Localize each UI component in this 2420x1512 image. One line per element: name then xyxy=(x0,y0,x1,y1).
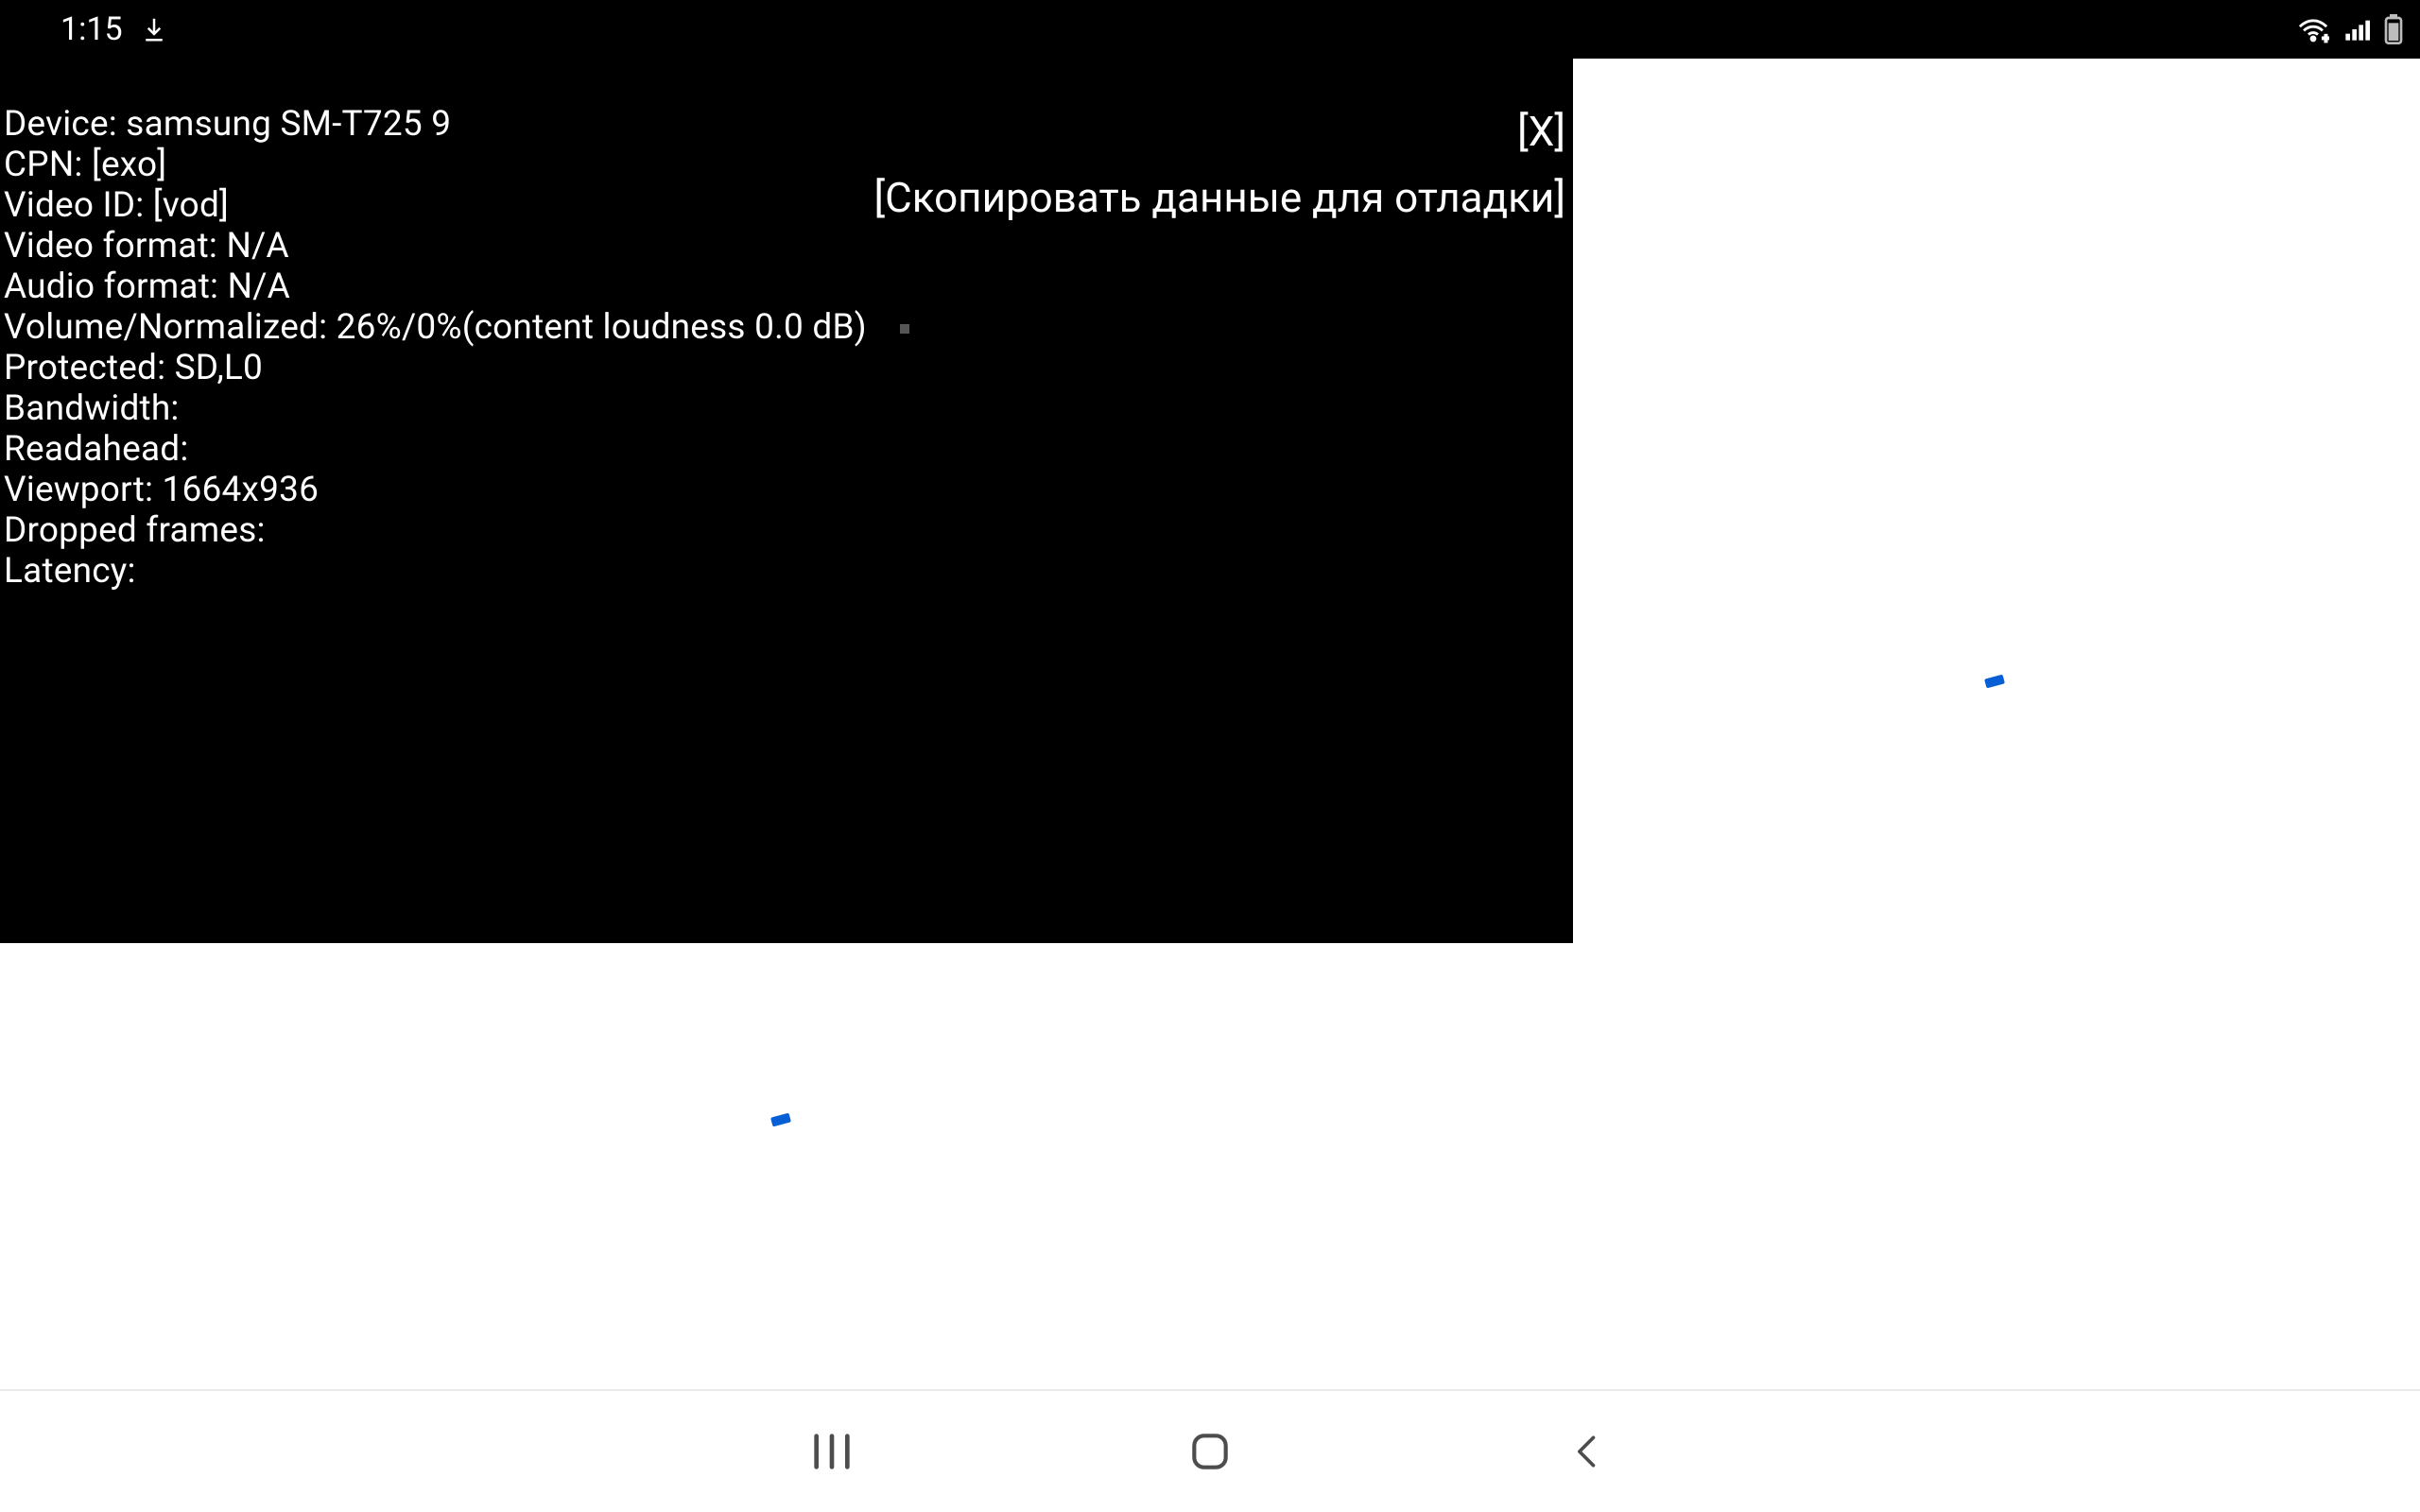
home-button[interactable] xyxy=(1172,1414,1248,1489)
download-icon xyxy=(140,15,168,43)
system-navigation-bar xyxy=(0,1389,2420,1512)
close-nerd-stats-button[interactable]: [X] xyxy=(873,104,1565,159)
debug-protected: Protected: SD,L0 xyxy=(4,348,909,388)
right-loading-pane xyxy=(1573,59,2420,1389)
debug-viewport: Viewport: 1664x936 xyxy=(4,470,909,510)
debug-volume: Volume/Normalized: 26%/0%(content loudne… xyxy=(4,307,909,348)
debug-volume-text: Volume/Normalized: 26%/0%(content loudne… xyxy=(4,307,867,348)
battery-icon xyxy=(2384,14,2403,44)
copy-debug-info-button[interactable]: [Скопировать данные для отладки] xyxy=(873,170,1565,225)
loading-spinner-icon xyxy=(770,1113,791,1127)
loading-spinner-icon xyxy=(1984,675,2005,689)
svg-text:+: + xyxy=(2323,32,2329,43)
debug-latency: Latency: xyxy=(4,551,909,592)
wifi-icon: + xyxy=(2297,15,2329,43)
status-bar-left: 1:15 xyxy=(60,10,168,48)
debug-bandwidth: Bandwidth: xyxy=(4,388,909,429)
status-bar: 1:15 + xyxy=(0,0,2420,59)
video-player-pane[interactable]: Device: samsung SM-T725 9 CPN: [exo] Vid… xyxy=(0,59,1573,943)
debug-video-id: Video ID: [vod] xyxy=(4,185,909,226)
debug-video-format: Video format: N/A xyxy=(4,226,909,266)
signal-icon xyxy=(2342,16,2371,43)
debug-device: Device: samsung SM-T725 9 xyxy=(4,104,909,145)
recents-button[interactable] xyxy=(794,1414,870,1489)
debug-audio-format: Audio format: N/A xyxy=(4,266,909,307)
below-video-loading-pane xyxy=(0,943,1573,1389)
debug-dropped: Dropped frames: xyxy=(4,510,909,551)
nerd-stats-actions: [X] [Скопировать данные для отладки] xyxy=(873,104,1565,225)
loudness-indicator-icon xyxy=(900,324,909,334)
status-time: 1:15 xyxy=(60,10,123,48)
nerd-stats-overlay: Device: samsung SM-T725 9 CPN: [exo] Vid… xyxy=(4,104,909,592)
debug-readahead: Readahead: xyxy=(4,429,909,470)
debug-cpn: CPN: [exo] xyxy=(4,145,909,185)
back-button[interactable] xyxy=(1550,1414,1626,1489)
status-bar-right: + xyxy=(2297,14,2403,44)
